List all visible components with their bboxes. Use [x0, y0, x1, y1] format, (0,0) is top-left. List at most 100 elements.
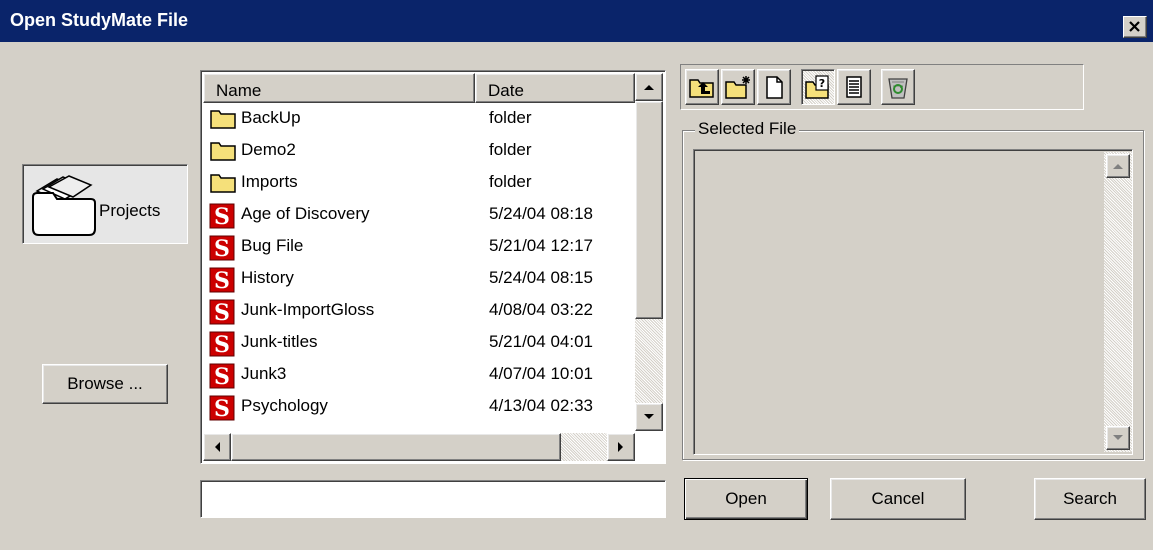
- projects-label: Projects: [99, 201, 161, 220]
- window-title: Open StudyMate File: [10, 10, 189, 30]
- browse-label: Browse ...: [67, 374, 143, 393]
- file-name: BackUp: [241, 108, 301, 127]
- folder-icon: [210, 142, 236, 161]
- new-folder-icon: [725, 76, 750, 99]
- studymate-file-icon: S: [209, 331, 235, 358]
- preview-scrollbar[interactable]: [1104, 152, 1132, 452]
- toolbar: ?: [680, 64, 1084, 110]
- cancel-label: Cancel: [871, 489, 925, 508]
- file-name: Demo2: [241, 140, 296, 159]
- file-row[interactable]: S Junk-ImportGloss 4/08/04 03:22: [203, 295, 634, 327]
- file-date: 5/24/04 08:18: [489, 204, 593, 223]
- file-name: Bug File: [241, 236, 304, 255]
- column-header-name[interactable]: Name: [203, 73, 475, 103]
- cancel-button[interactable]: Cancel: [830, 478, 966, 520]
- vertical-scroll-thumb[interactable]: [635, 101, 663, 319]
- file-date: 4/13/04 02:33: [489, 396, 593, 415]
- preview-scroll-up-button[interactable]: [1106, 154, 1130, 178]
- filename-input[interactable]: [200, 480, 666, 518]
- projects-button[interactable]: Projects: [22, 164, 188, 244]
- arrow-up-icon: [1113, 164, 1123, 169]
- open-button[interactable]: Open: [684, 478, 808, 520]
- file-date: 5/24/04 08:15: [489, 268, 593, 287]
- open-folder-help-button[interactable]: ?: [801, 69, 835, 105]
- file-rows: BackUp folder Demo2 folder Imports folder S Age…: [203, 103, 634, 423]
- file-name: Psychology: [241, 396, 328, 415]
- svg-text:S: S: [214, 396, 230, 421]
- horizontal-scrollbar[interactable]: [203, 433, 635, 461]
- vertical-scrollbar[interactable]: [635, 73, 663, 431]
- preview-scroll-down-button[interactable]: [1106, 426, 1130, 450]
- file-date: 4/07/04 10:01: [489, 364, 593, 383]
- studymate-file-icon: S: [209, 395, 235, 422]
- selected-file-preview: [693, 149, 1133, 455]
- arrow-left-icon: [215, 442, 220, 452]
- file-row[interactable]: BackUp folder: [203, 103, 634, 135]
- file-date: folder: [489, 172, 532, 191]
- file-date: folder: [489, 140, 532, 159]
- scroll-left-button[interactable]: [203, 433, 231, 461]
- file-row[interactable]: Demo2 folder: [203, 135, 634, 167]
- file-name: Junk3: [241, 364, 287, 383]
- arrow-right-icon: [618, 442, 623, 452]
- svg-text:S: S: [214, 236, 230, 261]
- file-row[interactable]: S Junk3 4/07/04 10:01: [203, 359, 634, 391]
- projects-folder-icon: [32, 175, 96, 236]
- file-name: History: [241, 268, 294, 287]
- recycle-bin-icon: [888, 78, 908, 99]
- file-row[interactable]: S Age of Discovery 5/24/04 08:18: [203, 199, 634, 231]
- horizontal-scroll-thumb[interactable]: [231, 433, 561, 461]
- studymate-file-icon: S: [209, 235, 235, 262]
- file-row[interactable]: S Bug File 5/21/04 12:17: [203, 231, 634, 263]
- file-list[interactable]: Name Date BackUp folder Demo2 folder Imports…: [200, 70, 666, 464]
- svg-text:S: S: [214, 268, 230, 293]
- recycle-bin-button[interactable]: [881, 69, 915, 105]
- close-icon: [1129, 21, 1140, 32]
- arrow-down-icon: [1113, 435, 1123, 440]
- up-folder-icon: [689, 79, 714, 98]
- svg-text:S: S: [214, 332, 230, 357]
- svg-text:S: S: [214, 364, 230, 389]
- studymate-file-icon: S: [209, 267, 235, 294]
- folder-icon: [210, 110, 236, 129]
- search-label: Search: [1063, 489, 1117, 508]
- svg-text:?: ?: [819, 77, 825, 90]
- scroll-right-button[interactable]: [607, 433, 635, 461]
- selected-file-label: Selected File: [695, 119, 800, 139]
- new-folder-button[interactable]: [721, 69, 755, 105]
- file-row[interactable]: S History 5/24/04 08:15: [203, 263, 634, 295]
- up-folder-button[interactable]: [685, 69, 719, 105]
- selected-file-group: Selected File: [682, 119, 1144, 460]
- file-date: 5/21/04 12:17: [489, 236, 593, 255]
- file-row[interactable]: S Junk-titles 5/21/04 04:01: [203, 327, 634, 359]
- title-bar: Open StudyMate File: [0, 0, 1153, 42]
- studymate-file-icon: S: [209, 203, 235, 230]
- file-date: folder: [489, 108, 532, 127]
- studymate-file-icon: S: [209, 363, 235, 390]
- browse-button[interactable]: Browse ...: [42, 364, 168, 404]
- scroll-up-button[interactable]: [635, 73, 663, 101]
- file-name: Imports: [241, 172, 298, 191]
- arrow-down-icon: [644, 414, 654, 419]
- search-button[interactable]: Search: [1034, 478, 1146, 520]
- arrow-up-icon: [644, 85, 654, 90]
- file-row[interactable]: Imports folder: [203, 167, 634, 199]
- details-view-button[interactable]: [837, 69, 871, 105]
- file-name: Age of Discovery: [241, 204, 370, 223]
- open-folder-help-icon: ?: [805, 75, 829, 99]
- file-row[interactable]: S Psychology 4/13/04 02:33: [203, 391, 634, 423]
- file-name: Junk-ImportGloss: [241, 300, 375, 319]
- svg-text:S: S: [214, 204, 230, 229]
- details-view-icon: [846, 76, 862, 98]
- folder-icon: [210, 174, 236, 193]
- scroll-down-button[interactable]: [635, 403, 663, 431]
- file-date: 4/08/04 03:22: [489, 300, 593, 319]
- file-name: Junk-titles: [241, 332, 318, 351]
- column-header-date[interactable]: Date: [475, 73, 635, 103]
- new-file-button[interactable]: [757, 69, 791, 105]
- close-button[interactable]: [1123, 16, 1147, 38]
- open-label: Open: [725, 489, 767, 508]
- new-file-icon: [766, 76, 783, 99]
- studymate-file-icon: S: [209, 299, 235, 326]
- file-date: 5/21/04 04:01: [489, 332, 593, 351]
